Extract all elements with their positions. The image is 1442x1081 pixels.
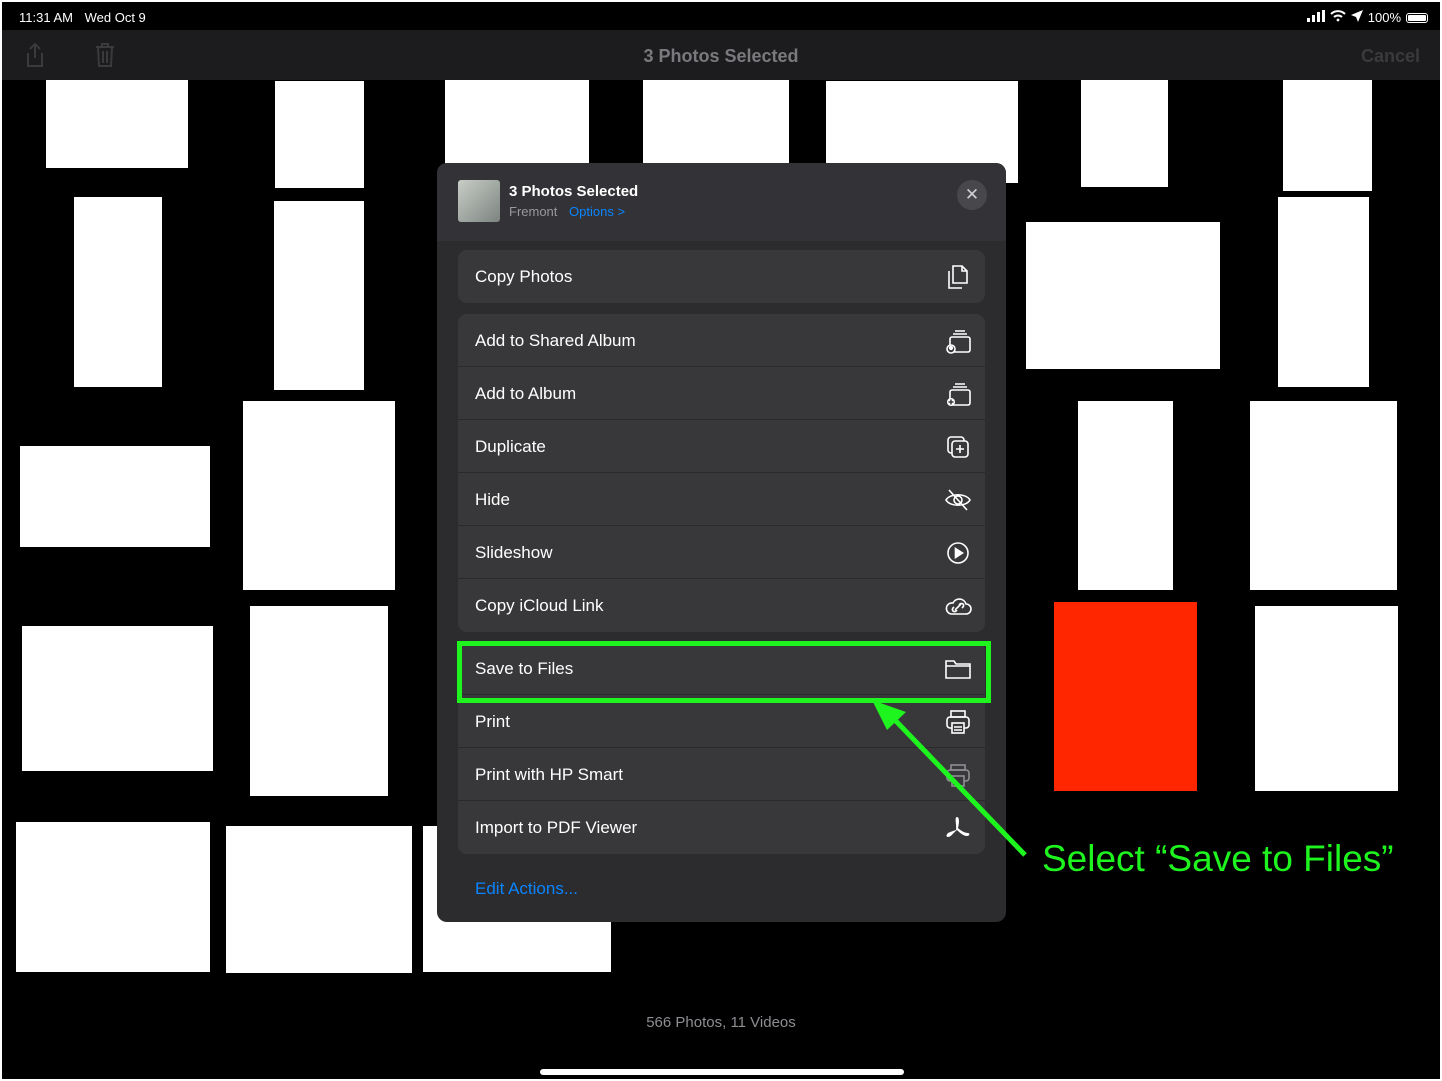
annotation-arrow <box>872 700 1027 857</box>
annotation-text: Select “Save to Files” <box>1042 838 1394 879</box>
